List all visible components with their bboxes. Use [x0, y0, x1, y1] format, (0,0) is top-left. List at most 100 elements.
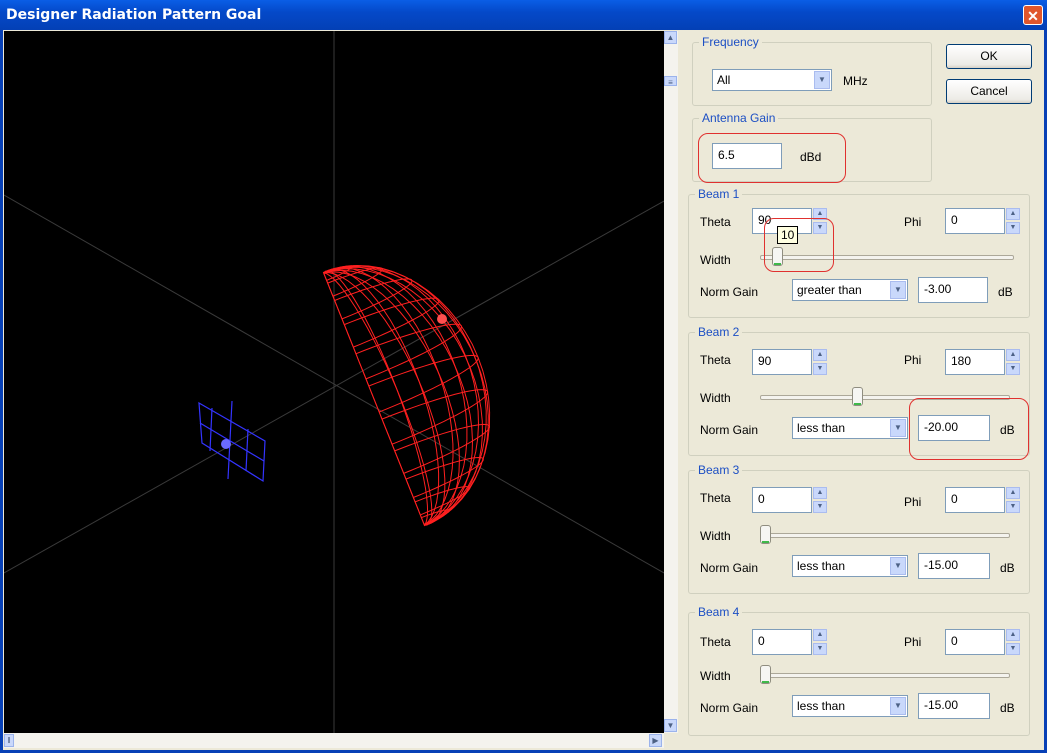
pattern-3d-view[interactable] — [3, 31, 665, 733]
beam-1-phi-spinner[interactable]: ▲ ▼ — [1006, 208, 1020, 234]
beam-4-legend: Beam 4 — [695, 605, 743, 619]
beam-3-phi-spinner[interactable]: ▲ ▼ — [1006, 487, 1020, 513]
beam-4-gain-unit: dB — [1000, 701, 1015, 715]
antenna-gain-legend: Antenna Gain — [699, 111, 779, 125]
spin-up-icon[interactable]: ▲ — [813, 349, 827, 361]
spin-down-icon[interactable]: ▼ — [813, 643, 827, 655]
beam-3-legend: Beam 3 — [695, 463, 743, 477]
beam-1-comparison-select[interactable]: greater than ▼ — [792, 279, 908, 301]
frequency-select[interactable]: All ▼ — [712, 69, 832, 91]
beam-1-width-label: Width — [700, 253, 731, 267]
beam-3-theta-label: Theta — [700, 491, 731, 505]
spin-down-icon[interactable]: ▼ — [813, 363, 827, 375]
frequency-legend: Frequency — [699, 35, 762, 49]
spin-up-icon[interactable]: ▲ — [1006, 487, 1020, 499]
beam-4-theta-spinner[interactable]: ▲ ▼ — [813, 629, 827, 655]
beam-2-legend: Beam 2 — [695, 325, 743, 339]
beam-3-theta-input[interactable]: 0 — [752, 487, 812, 513]
vertical-scrollbar[interactable]: ▲ ≡ ▼ — [664, 31, 678, 733]
scroll-thumb[interactable]: ≡ — [664, 76, 677, 87]
beam-4-phi-input[interactable]: 0 — [945, 629, 1005, 655]
beam-1-phi-label: Phi — [904, 215, 922, 229]
beam-2-marker — [221, 439, 231, 449]
beam-4-comparison-select[interactable]: less than ▼ — [792, 695, 908, 717]
beam-3-theta-spinner[interactable]: ▲ ▼ — [813, 487, 827, 513]
beam-4-theta-input[interactable]: 0 — [752, 629, 812, 655]
chevron-down-icon[interactable]: ▼ — [890, 281, 906, 299]
beam-3-group: Beam 3 Theta 0 ▲ ▼ Phi 0 ▲ ▼ Width Norm Ga… — [688, 463, 1030, 594]
beam-4-group: Beam 4 Theta 0 ▲ ▼ Phi 0 ▲ ▼ Width Norm Ga… — [688, 605, 1030, 736]
beam-2-phi-spinner[interactable]: ▲ ▼ — [1006, 349, 1020, 375]
beam-3-comparison-select[interactable]: less than ▼ — [792, 555, 908, 577]
beam-2-theta-spinner[interactable]: ▲ ▼ — [813, 349, 827, 375]
spin-down-icon[interactable]: ▼ — [1006, 501, 1020, 513]
beam-1-width-highlight — [764, 218, 834, 272]
beam-4-width-label: Width — [700, 669, 731, 683]
mesh-longitude-line — [323, 264, 487, 526]
settings-panel: OK Cancel Frequency All ▼ MHz Antenna Ga… — [680, 31, 1040, 737]
mesh-longitude-line — [323, 268, 440, 526]
cancel-button[interactable]: Cancel — [946, 79, 1032, 104]
mesh-longitude-line — [323, 269, 474, 526]
beam-2-phi-input[interactable]: 180 — [945, 349, 1005, 375]
beam-1-norm-gain-label: Norm Gain — [700, 285, 759, 299]
chevron-down-icon[interactable]: ▼ — [890, 557, 906, 575]
beam-1-comparison-value: greater than — [797, 283, 862, 297]
beam-3-width-thumb[interactable] — [760, 525, 771, 544]
spin-down-icon[interactable]: ▼ — [1006, 643, 1020, 655]
close-button[interactable]: ✕ — [1023, 5, 1043, 25]
beam-2-width-thumb[interactable] — [852, 387, 864, 406]
beam-3-phi-input[interactable]: 0 — [945, 487, 1005, 513]
beam-4-gain-input[interactable]: -15.00 — [918, 693, 990, 719]
spin-up-icon[interactable]: ▲ — [1006, 208, 1020, 220]
beam-2-gain-highlight — [909, 398, 1029, 460]
beam-3-phi-label: Phi — [904, 495, 922, 509]
beam-2-comparison-value: less than — [797, 421, 846, 435]
beam-4-width-thumb[interactable] — [760, 665, 771, 684]
scroll-up-icon[interactable]: ▲ — [664, 31, 677, 44]
beam-2-theta-label: Theta — [700, 353, 731, 367]
beam-2-width-label: Width — [700, 391, 731, 405]
spin-down-icon[interactable]: ▼ — [1006, 222, 1020, 234]
spin-up-icon[interactable]: ▲ — [1006, 629, 1020, 641]
beam-1-theta-label: Theta — [700, 215, 731, 229]
beam-4-comparison-value: less than — [797, 699, 846, 713]
spin-up-icon[interactable]: ▲ — [1006, 349, 1020, 361]
scroll-right-icon[interactable]: ▶ — [649, 734, 662, 747]
chevron-down-icon[interactable]: ▼ — [814, 71, 830, 89]
antenna-gain-highlight — [698, 133, 846, 183]
scroll-thumb-horizontal[interactable]: ‖ — [4, 734, 14, 747]
beam-1-legend: Beam 1 — [695, 187, 743, 201]
spin-up-icon[interactable]: ▲ — [813, 487, 827, 499]
pattern-viewport[interactable] — [3, 31, 665, 733]
scroll-down-icon[interactable]: ▼ — [664, 719, 677, 732]
beam-1-gain-input[interactable]: -3.00 — [918, 277, 988, 303]
beam-3-norm-gain-label: Norm Gain — [700, 561, 759, 575]
spin-down-icon[interactable]: ▼ — [1006, 363, 1020, 375]
beam-1-gain-unit: dB — [998, 285, 1013, 299]
beam-4-phi-label: Phi — [904, 635, 922, 649]
beam-3-gain-input[interactable]: -15.00 — [918, 553, 990, 579]
beam-4-norm-gain-label: Norm Gain — [700, 701, 759, 715]
beam-4-theta-label: Theta — [700, 635, 731, 649]
frequency-value: All — [717, 73, 731, 87]
beam-1-phi-input[interactable]: 0 — [945, 208, 1005, 234]
chevron-down-icon[interactable]: ▼ — [890, 697, 906, 715]
radiation-pattern-mesh — [322, 264, 491, 527]
spin-up-icon[interactable]: ▲ — [813, 629, 827, 641]
beam-4-width-slider[interactable] — [760, 673, 1010, 678]
beam-1-group: Beam 1 Theta 90 ▲ ▼ Phi 0 ▲ ▼ Width Norm G… — [688, 187, 1030, 318]
beam-3-width-label: Width — [700, 529, 731, 543]
beam-3-width-slider[interactable] — [760, 533, 1010, 538]
ok-button[interactable]: OK — [946, 44, 1032, 69]
beam-2-comparison-select[interactable]: less than ▼ — [792, 417, 908, 439]
mesh-longitude-line — [323, 267, 454, 526]
chevron-down-icon[interactable]: ▼ — [890, 419, 906, 437]
beam-3-comparison-value: less than — [797, 559, 846, 573]
horizontal-scrollbar[interactable]: ‖ ▶ — [4, 733, 664, 748]
window-title: Designer Radiation Pattern Goal — [6, 7, 262, 23]
beam-2-theta-input[interactable]: 90 — [752, 349, 812, 375]
beam-4-phi-spinner[interactable]: ▲ ▼ — [1006, 629, 1020, 655]
spin-down-icon[interactable]: ▼ — [813, 501, 827, 513]
frequency-unit: MHz — [843, 74, 868, 88]
